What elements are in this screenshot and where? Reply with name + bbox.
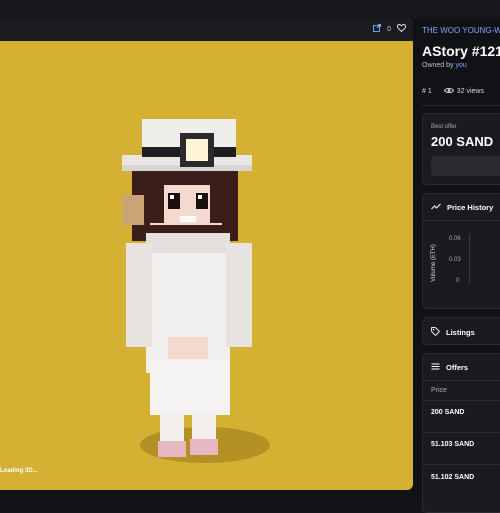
price-history-title: Price History xyxy=(447,203,494,212)
offer-row-price: 51.102 SAND xyxy=(431,474,475,481)
model-viewer[interactable]: 0 Loading 3D... xyxy=(0,19,413,490)
table-divider xyxy=(423,432,500,433)
offers-title: Offers xyxy=(446,363,469,372)
loading-status: Loading 3D... xyxy=(0,468,38,474)
owner-link[interactable]: you xyxy=(455,62,466,69)
eye-icon xyxy=(443,87,454,96)
y-tick-label: 0.06 xyxy=(449,236,461,242)
owner-line: Owned by you xyxy=(422,62,467,69)
section-divider xyxy=(423,380,500,381)
listings-header: Listings xyxy=(431,327,475,338)
trend-line-icon xyxy=(431,203,441,212)
offer-row-price: 51.103 SAND xyxy=(431,441,475,448)
volume-axis-label: Volume (ETH) xyxy=(430,244,437,282)
offer-row-price: 200 SAND xyxy=(431,409,465,416)
views-stat: 32 views xyxy=(443,87,484,96)
offer-action-button[interactable] xyxy=(431,156,500,176)
price-column-header: Price xyxy=(431,387,447,394)
collection-link[interactable]: THE WOO YOUNG-WOO xyxy=(422,26,500,35)
owned-by-label: Owned by xyxy=(422,62,454,69)
voxel-character xyxy=(122,119,252,457)
list-icon xyxy=(431,363,440,372)
edition-number: # 1 xyxy=(422,88,432,95)
best-offer-card: Best offer 200 SAND xyxy=(422,113,500,185)
price-history-card: Price History Volume (ETH) 0.06 0.03 0 xyxy=(422,193,500,309)
best-offer-value: 200 SAND xyxy=(431,134,494,149)
asset-title: AStory #1212 xyxy=(422,43,500,59)
table-divider xyxy=(423,464,500,465)
y-tick-label: 0 xyxy=(456,278,460,284)
price-history-header[interactable]: Price History xyxy=(431,203,493,212)
listings-card[interactable]: Listings xyxy=(422,317,500,345)
best-offer-label: Best offer xyxy=(431,124,457,130)
table-divider xyxy=(423,400,500,401)
offers-header[interactable]: Offers xyxy=(431,363,468,372)
views-count: 32 views xyxy=(456,88,484,95)
top-bar xyxy=(0,0,500,19)
listings-title: Listings xyxy=(446,328,475,337)
asset-stats: # 1 32 views xyxy=(422,87,484,96)
offers-card: Offers Price 200 SAND 51.103 SAND 51.102… xyxy=(422,353,500,513)
tag-icon xyxy=(431,327,441,338)
section-divider xyxy=(423,220,500,221)
y-tick-label: 0.03 xyxy=(449,257,461,263)
divider xyxy=(422,105,500,106)
chart-axis xyxy=(469,234,470,284)
details-panel: THE WOO YOUNG-WOO AStory #1212 Owned by … xyxy=(413,19,500,513)
